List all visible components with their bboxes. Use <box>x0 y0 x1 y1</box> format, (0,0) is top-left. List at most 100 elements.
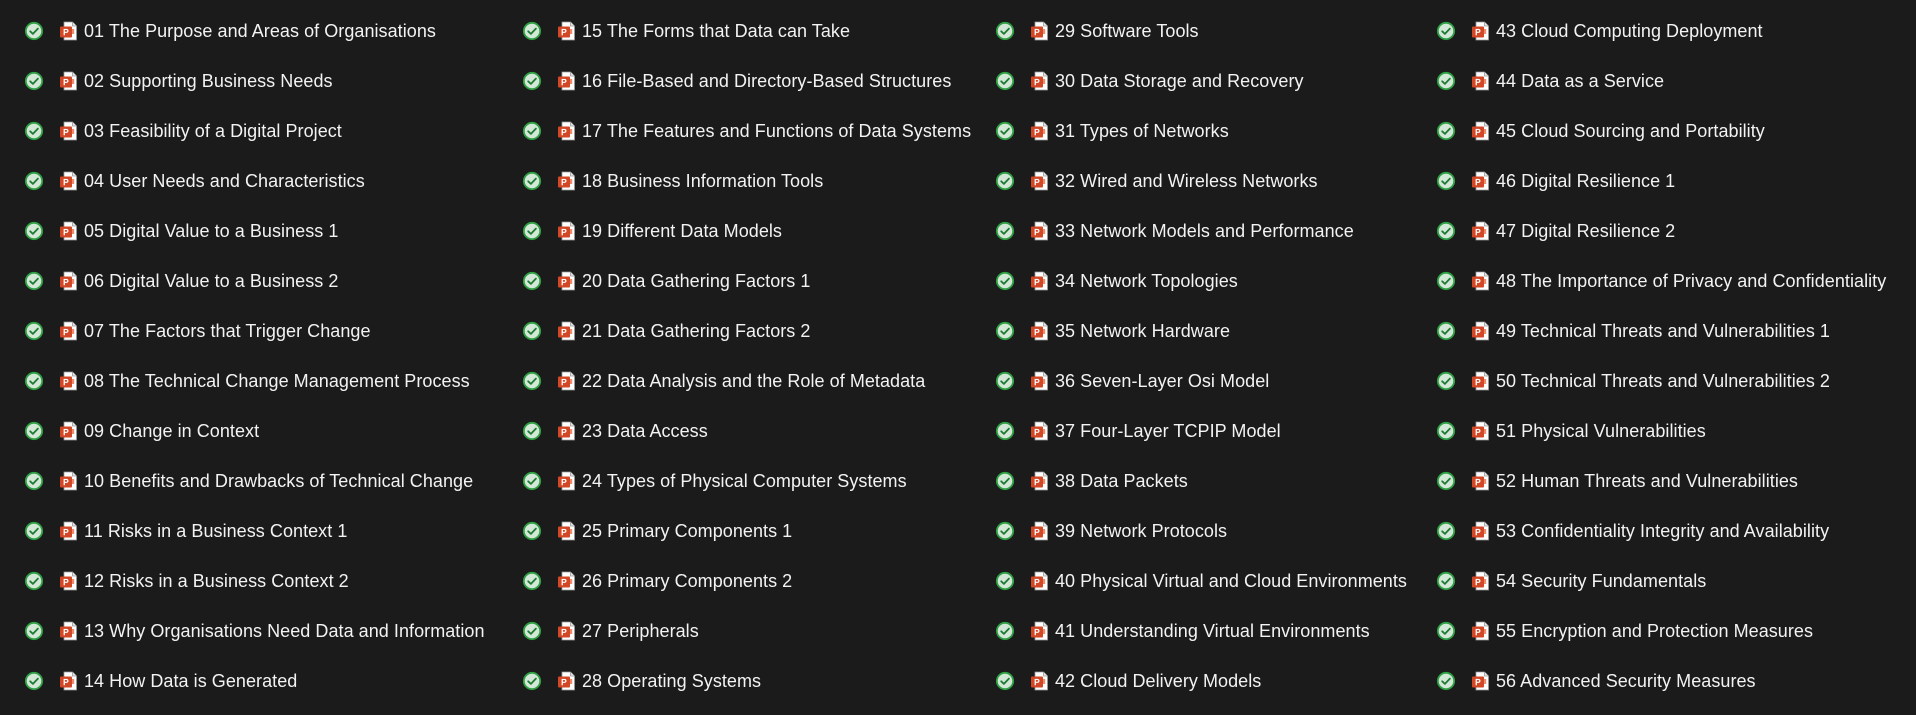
file-item[interactable]: 07 The Factors that Trigger Change <box>24 306 485 356</box>
file-item[interactable]: 31 Types of Networks <box>995 106 1407 156</box>
synced-check-icon <box>522 421 542 441</box>
synced-check-icon <box>24 371 44 391</box>
powerpoint-file-icon <box>59 171 79 191</box>
powerpoint-file-icon <box>557 171 577 191</box>
powerpoint-file-icon <box>557 71 577 91</box>
synced-check-icon <box>1436 171 1456 191</box>
file-item[interactable]: 53 Confidentiality Integrity and Availab… <box>1436 506 1886 556</box>
file-item[interactable]: 47 Digital Resilience 2 <box>1436 206 1886 256</box>
synced-check-icon <box>995 521 1015 541</box>
file-item[interactable]: 42 Cloud Delivery Models <box>995 656 1407 706</box>
file-item[interactable]: 06 Digital Value to a Business 2 <box>24 256 485 306</box>
file-item[interactable]: 23 Data Access <box>522 406 971 456</box>
file-item[interactable]: 34 Network Topologies <box>995 256 1407 306</box>
file-item[interactable]: 35 Network Hardware <box>995 306 1407 356</box>
synced-check-icon <box>1436 21 1456 41</box>
file-item[interactable]: 36 Seven-Layer Osi Model <box>995 356 1407 406</box>
powerpoint-file-icon <box>557 521 577 541</box>
file-name: 08 The Technical Change Management Proce… <box>84 370 470 391</box>
powerpoint-file-icon <box>557 671 577 691</box>
synced-check-icon <box>995 621 1015 641</box>
file-item[interactable]: 21 Data Gathering Factors 2 <box>522 306 971 356</box>
file-item[interactable]: 13 Why Organisations Need Data and Infor… <box>24 606 485 656</box>
file-item[interactable]: 45 Cloud Sourcing and Portability <box>1436 106 1886 156</box>
file-column: 15 The Forms that Data can Take 16 File-… <box>522 6 971 706</box>
file-item[interactable]: 18 Business Information Tools <box>522 156 971 206</box>
synced-check-icon <box>24 171 44 191</box>
file-item[interactable]: 32 Wired and Wireless Networks <box>995 156 1407 206</box>
synced-check-icon <box>24 421 44 441</box>
file-name: 36 Seven-Layer Osi Model <box>1055 370 1270 391</box>
file-item[interactable]: 49 Technical Threats and Vulnerabilities… <box>1436 306 1886 356</box>
powerpoint-file-icon <box>1030 371 1050 391</box>
file-item[interactable]: 03 Feasibility of a Digital Project <box>24 106 485 156</box>
synced-check-icon <box>522 371 542 391</box>
file-name: 51 Physical Vulnerabilities <box>1496 420 1706 441</box>
file-item[interactable]: 12 Risks in a Business Context 2 <box>24 556 485 606</box>
file-item[interactable]: 02 Supporting Business Needs <box>24 56 485 106</box>
file-item[interactable]: 39 Network Protocols <box>995 506 1407 556</box>
file-item[interactable]: 26 Primary Components 2 <box>522 556 971 606</box>
file-name: 20 Data Gathering Factors 1 <box>582 270 811 291</box>
synced-check-icon <box>995 121 1015 141</box>
powerpoint-file-icon <box>1471 71 1491 91</box>
file-item[interactable]: 05 Digital Value to a Business 1 <box>24 206 485 256</box>
powerpoint-file-icon <box>59 471 79 491</box>
synced-check-icon <box>24 121 44 141</box>
file-item[interactable]: 11 Risks in a Business Context 1 <box>24 506 485 556</box>
file-name: 22 Data Analysis and the Role of Metadat… <box>582 370 926 391</box>
file-name: 16 File-Based and Directory-Based Struct… <box>582 70 952 91</box>
file-item[interactable]: 54 Security Fundamentals <box>1436 556 1886 606</box>
file-item[interactable]: 08 The Technical Change Management Proce… <box>24 356 485 406</box>
file-item[interactable]: 29 Software Tools <box>995 6 1407 56</box>
file-item[interactable]: 41 Understanding Virtual Environments <box>995 606 1407 656</box>
file-item[interactable]: 15 The Forms that Data can Take <box>522 6 971 56</box>
file-item[interactable]: 14 How Data is Generated <box>24 656 485 706</box>
synced-check-icon <box>1436 271 1456 291</box>
file-item[interactable]: 27 Peripherals <box>522 606 971 656</box>
file-item[interactable]: 50 Technical Threats and Vulnerabilities… <box>1436 356 1886 406</box>
file-item[interactable]: 37 Four-Layer TCPIP Model <box>995 406 1407 456</box>
file-item[interactable]: 43 Cloud Computing Deployment <box>1436 6 1886 56</box>
file-item[interactable]: 10 Benefits and Drawbacks of Technical C… <box>24 456 485 506</box>
file-item[interactable]: 56 Advanced Security Measures <box>1436 656 1886 706</box>
file-item[interactable]: 33 Network Models and Performance <box>995 206 1407 256</box>
powerpoint-file-icon <box>59 71 79 91</box>
file-name: 49 Technical Threats and Vulnerabilities… <box>1496 320 1830 341</box>
file-item[interactable]: 19 Different Data Models <box>522 206 971 256</box>
file-item[interactable]: 28 Operating Systems <box>522 656 971 706</box>
synced-check-icon <box>995 71 1015 91</box>
file-name: 40 Physical Virtual and Cloud Environmen… <box>1055 570 1407 591</box>
file-item[interactable]: 38 Data Packets <box>995 456 1407 506</box>
powerpoint-file-icon <box>557 371 577 391</box>
file-item[interactable]: 48 The Importance of Privacy and Confide… <box>1436 256 1886 306</box>
file-item[interactable]: 01 The Purpose and Areas of Organisation… <box>24 6 485 56</box>
file-item[interactable]: 25 Primary Components 1 <box>522 506 971 556</box>
powerpoint-file-icon <box>1030 321 1050 341</box>
file-name: 26 Primary Components 2 <box>582 570 793 591</box>
synced-check-icon <box>1436 571 1456 591</box>
file-item[interactable]: 16 File-Based and Directory-Based Struct… <box>522 56 971 106</box>
powerpoint-file-icon <box>1471 321 1491 341</box>
synced-check-icon <box>24 571 44 591</box>
file-item[interactable]: 04 User Needs and Characteristics <box>24 156 485 206</box>
file-item[interactable]: 09 Change in Context <box>24 406 485 456</box>
file-item[interactable]: 46 Digital Resilience 1 <box>1436 156 1886 206</box>
file-item[interactable]: 52 Human Threats and Vulnerabilities <box>1436 456 1886 506</box>
file-item[interactable]: 20 Data Gathering Factors 1 <box>522 256 971 306</box>
file-item[interactable]: 44 Data as a Service <box>1436 56 1886 106</box>
file-item[interactable]: 51 Physical Vulnerabilities <box>1436 406 1886 456</box>
synced-check-icon <box>995 321 1015 341</box>
file-name: 53 Confidentiality Integrity and Availab… <box>1496 520 1830 541</box>
file-item[interactable]: 17 The Features and Functions of Data Sy… <box>522 106 971 156</box>
file-item[interactable]: 30 Data Storage and Recovery <box>995 56 1407 106</box>
file-name: 03 Feasibility of a Digital Project <box>84 120 342 141</box>
file-name: 07 The Factors that Trigger Change <box>84 320 371 341</box>
powerpoint-file-icon <box>557 471 577 491</box>
synced-check-icon <box>1436 221 1456 241</box>
synced-check-icon <box>24 471 44 491</box>
file-item[interactable]: 24 Types of Physical Computer Systems <box>522 456 971 506</box>
file-item[interactable]: 40 Physical Virtual and Cloud Environmen… <box>995 556 1407 606</box>
file-item[interactable]: 22 Data Analysis and the Role of Metadat… <box>522 356 971 406</box>
file-item[interactable]: 55 Encryption and Protection Measures <box>1436 606 1886 656</box>
